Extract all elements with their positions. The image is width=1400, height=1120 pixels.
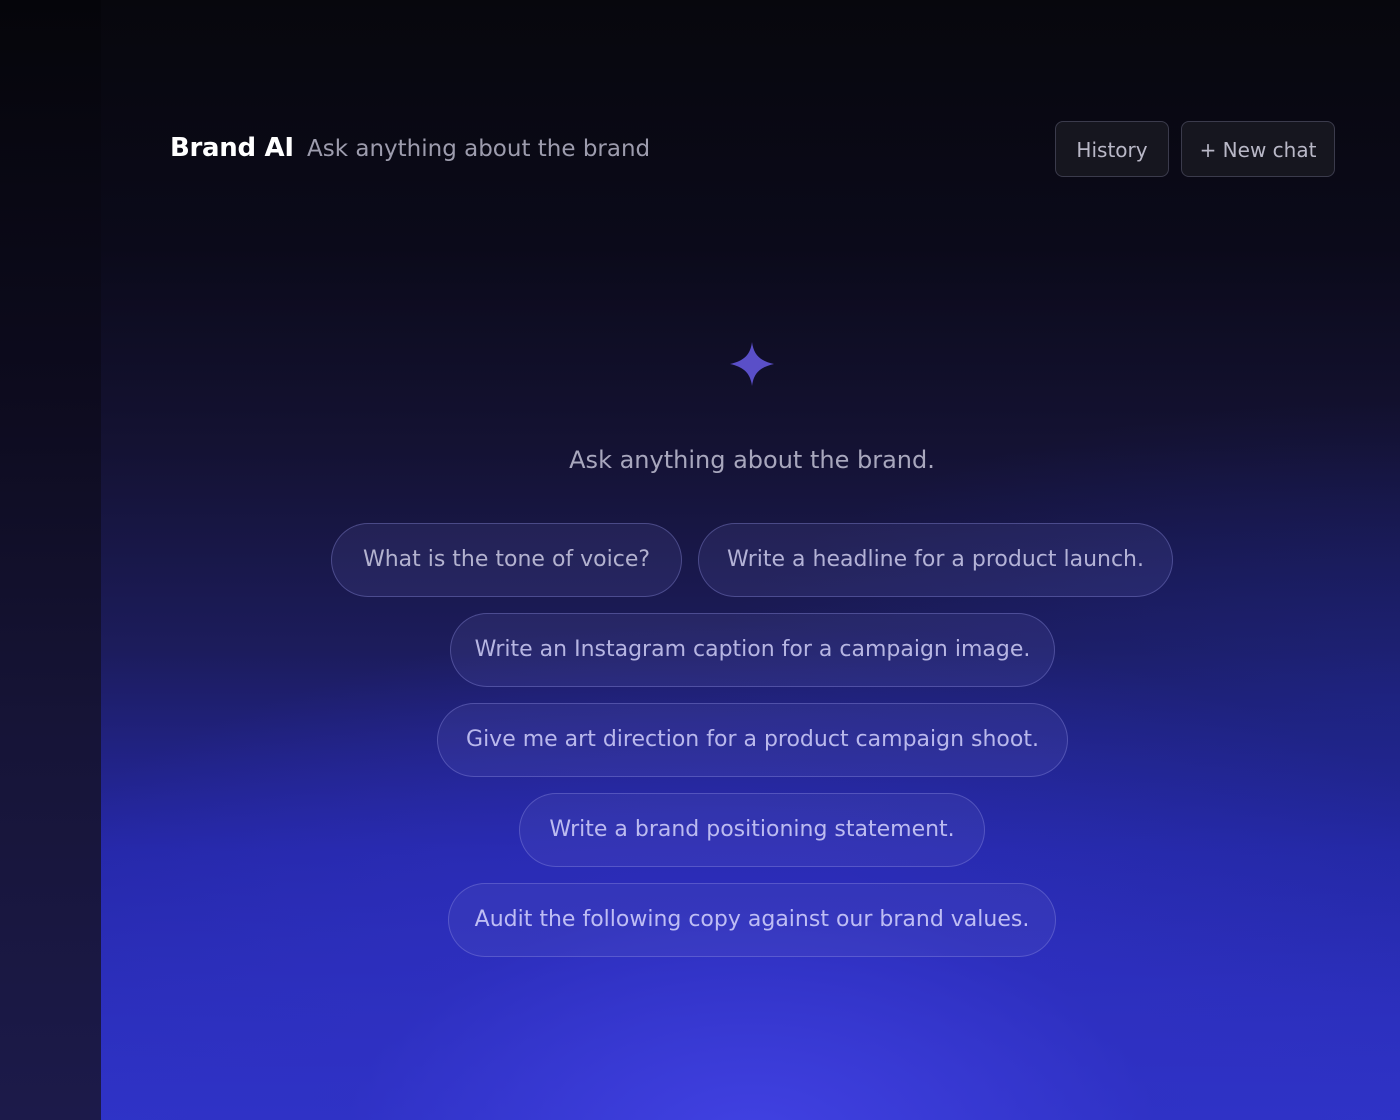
left-panel-edge (0, 0, 101, 1120)
new-chat-button[interactable]: + New chat (1181, 121, 1335, 177)
suggestion-chip-art-direction[interactable]: Give me art direction for a product camp… (437, 703, 1068, 777)
suggestion-chip-instagram-caption[interactable]: Write an Instagram caption for a campaig… (450, 613, 1055, 687)
header: Brand AI Ask anything about the brand Hi… (170, 121, 1335, 179)
suggestion-chip-copy-audit[interactable]: Audit the following copy against our bra… (448, 883, 1056, 957)
empty-state-heading: Ask anything about the brand. (569, 446, 935, 474)
app-title: Brand AI (170, 133, 294, 163)
app-subtitle: Ask anything about the brand (307, 136, 651, 162)
sparkle-icon (730, 342, 774, 386)
history-button[interactable]: History (1055, 121, 1169, 177)
suggestion-chip-headline[interactable]: Write a headline for a product launch. (698, 523, 1173, 597)
suggestion-chip-positioning-statement[interactable]: Write a brand positioning statement. (519, 793, 985, 867)
suggestion-chip-tone-of-voice[interactable]: What is the tone of voice? (331, 523, 682, 597)
